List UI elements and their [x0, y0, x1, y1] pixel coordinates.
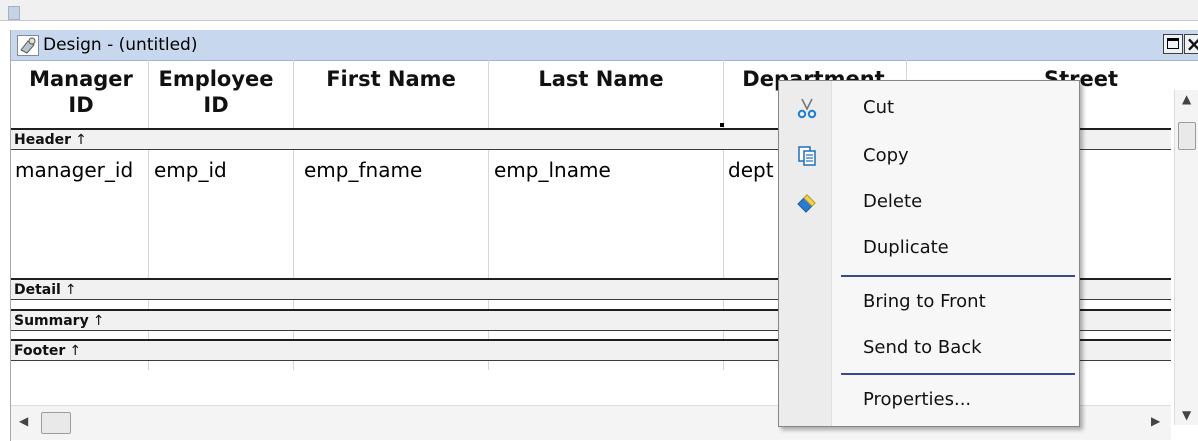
menu-item-label: Duplicate [863, 237, 949, 258]
scroll-right-icon[interactable]: ▶ [1151, 414, 1160, 428]
close-icon: × [1185, 32, 1198, 56]
menu-item-label: Cut [863, 97, 895, 118]
menu-item-label: Properties... [863, 389, 972, 410]
band-detail-label: Detail ↑ [14, 282, 77, 298]
menu-item-cut[interactable]: Cut [779, 87, 1079, 129]
close-button[interactable]: × [1184, 34, 1198, 54]
menu-item-duplicate[interactable]: Duplicate [779, 227, 1079, 269]
scroll-up-icon[interactable]: ▲ [1182, 92, 1191, 106]
column-header-first-name[interactable]: First Name [301, 66, 481, 92]
field-manager-id[interactable]: manager_id [15, 158, 133, 182]
scroll-left-icon[interactable]: ◀ [19, 414, 28, 428]
band-summary-label: Summary ↑ [14, 313, 105, 329]
menu-item-label: Send to Back [863, 337, 982, 358]
menu-item-copy[interactable]: Copy [779, 135, 1079, 177]
menu-item-label: Delete [863, 191, 923, 212]
column-header-manager-id[interactable]: Manager ID [21, 66, 141, 118]
field-emp-id[interactable]: emp_id [154, 158, 227, 182]
menu-item-label: Copy [863, 145, 909, 166]
column-header-employee-id[interactable]: Employee ID [151, 66, 281, 118]
menu-separator [841, 373, 1075, 375]
menu-separator [841, 275, 1075, 277]
top-ruler [0, 0, 1198, 21]
window-titlebar[interactable]: Design - (untitled) × [11, 30, 1198, 61]
selection-handle[interactable] [720, 123, 724, 127]
window-title: Design - (untitled) [43, 35, 198, 55]
menu-item-properties[interactable]: Properties... [779, 379, 1079, 421]
maximize-button[interactable] [1163, 34, 1183, 54]
field-emp-lname[interactable]: emp_lname [494, 158, 611, 182]
menu-item-label: Bring to Front [863, 291, 986, 312]
band-footer-label: Footer ↑ [14, 343, 82, 359]
context-menu: Cut Copy Delete Duplicate Bring to Front [778, 80, 1080, 427]
column-header-last-name[interactable]: Last Name [496, 66, 706, 92]
scissors-icon [795, 96, 819, 120]
field-emp-fname[interactable]: emp_fname [304, 158, 422, 182]
ruler-marker [8, 6, 20, 20]
menu-item-delete[interactable]: Delete [779, 181, 1079, 223]
vertical-scrollbar[interactable]: ▲ ▼ [1174, 90, 1198, 425]
field-dept[interactable]: dept [728, 158, 774, 182]
copy-icon [795, 144, 819, 168]
vertical-scroll-thumb[interactable] [1178, 122, 1196, 150]
menu-item-send-to-back[interactable]: Send to Back [779, 327, 1079, 369]
scroll-down-icon[interactable]: ▼ [1182, 408, 1191, 422]
horizontal-scroll-thumb[interactable] [41, 412, 71, 434]
eraser-icon [795, 190, 819, 214]
band-header-label: Header ↑ [14, 132, 87, 148]
menu-item-bring-to-front[interactable]: Bring to Front [779, 281, 1079, 323]
design-window-icon [17, 35, 39, 56]
